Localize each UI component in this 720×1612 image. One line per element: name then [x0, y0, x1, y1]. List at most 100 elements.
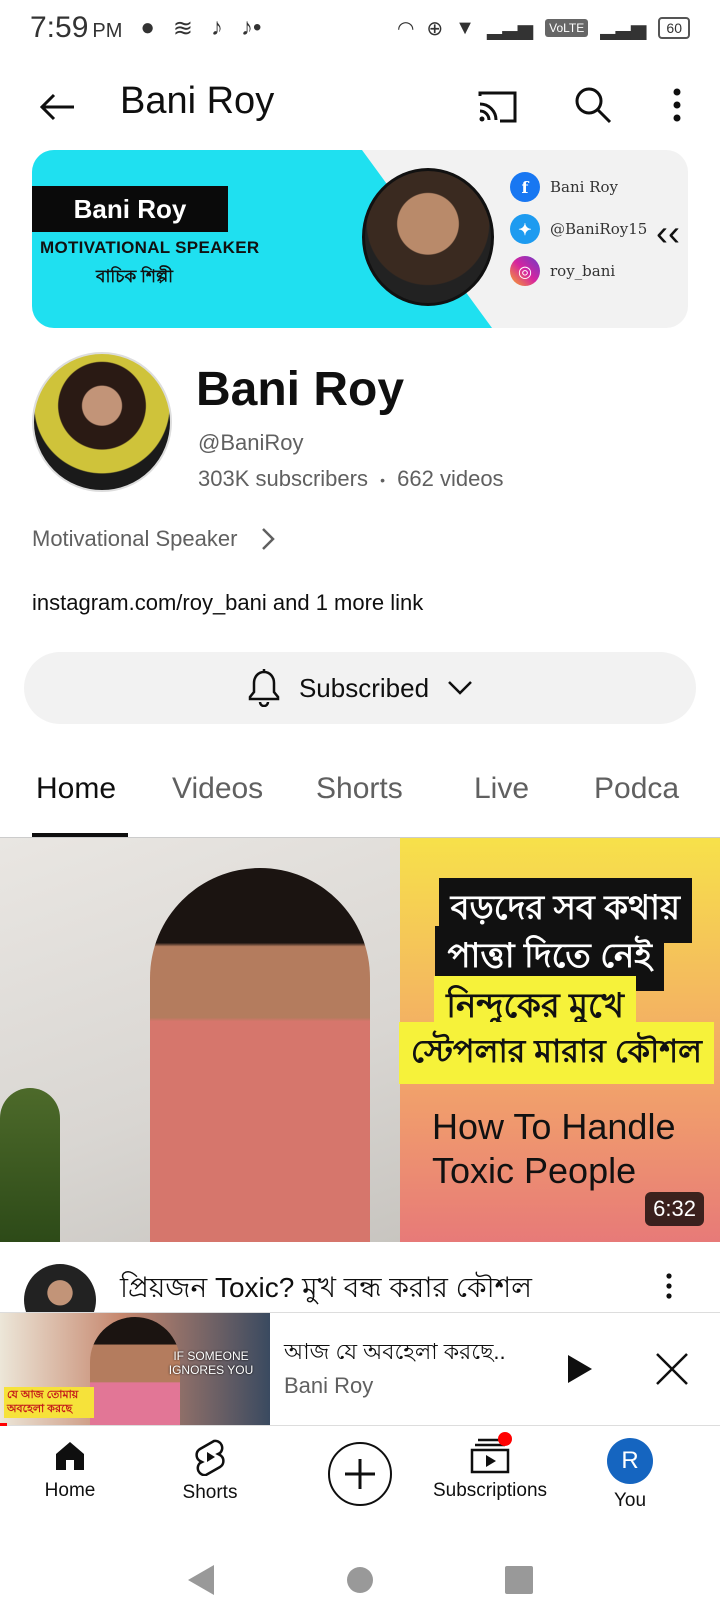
- banner-subtitle: বাচিক শিল্পী: [96, 267, 173, 286]
- chat-bubble-icon: ●: [140, 14, 155, 41]
- video-more-button[interactable]: [654, 1266, 684, 1306]
- play-icon: [568, 1355, 592, 1383]
- recents-square-icon[interactable]: [504, 1565, 534, 1595]
- banner-social-twitter: ✦ @BaniRoy15: [510, 214, 647, 244]
- shorts-icon: [195, 1439, 225, 1476]
- channel-stats: 303K subscribers • 662 videos: [198, 466, 504, 492]
- tab-live[interactable]: Live: [474, 772, 529, 806]
- create-button[interactable]: [328, 1442, 392, 1506]
- mini-player[interactable]: IF SOMEONE IGNORES YOU যে আজ তোমায় অবহে…: [0, 1312, 720, 1426]
- banner-role: MOTIVATIONAL SPEAKER: [40, 238, 260, 257]
- channel-avatar[interactable]: [32, 352, 172, 492]
- channel-banner[interactable]: Bani Roy MOTIVATIONAL SPEAKER বাচিক শিল্…: [32, 150, 688, 328]
- search-icon: [575, 87, 612, 124]
- tab-podcasts[interactable]: Podca: [594, 772, 679, 806]
- channel-handle: @BaniRoy: [198, 430, 304, 455]
- wave-icon: ≋: [172, 14, 193, 42]
- cast-icon: [478, 91, 517, 123]
- notification-dot: [498, 1432, 512, 1446]
- status-bar: 7:59 PM ● ≋ ♪ ♪• ◠ ⊕ ▼ ▂▃▅ VoLTE ▂▃▅ 60: [0, 0, 720, 56]
- back-button[interactable]: [32, 82, 82, 132]
- bell-icon: [248, 669, 280, 707]
- back-arrow-icon: [39, 93, 74, 121]
- featured-video-thumbnail[interactable]: বড়দের সব কথায় পাত্তা দিতে নেই নিন্দুকে…: [0, 838, 720, 1242]
- banner-social-instagram: ◎ roy_bani: [510, 256, 615, 286]
- channel-tabs: Home Videos Shorts Live Podca: [0, 756, 720, 838]
- notification-icons: ● ≋ ♪ ♪•: [140, 14, 261, 43]
- banner-chevron-icon: ‹‹: [656, 212, 680, 253]
- banner-social-facebook: f Bani Roy: [510, 172, 618, 202]
- chevron-right-icon: [262, 528, 276, 550]
- more-vert-icon: [666, 1273, 672, 1299]
- thumbnail-english-line: Toxic People: [432, 1150, 637, 1191]
- channel-description[interactable]: Motivational Speaker: [32, 526, 276, 552]
- subscribed-label: Subscribed: [298, 672, 430, 703]
- nav-subscriptions[interactable]: Subscriptions: [420, 1432, 560, 1502]
- more-options-button[interactable]: [652, 80, 702, 130]
- tab-shorts[interactable]: Shorts: [316, 772, 403, 806]
- nav-home-label: Home: [44, 1480, 96, 1501]
- separator-dot: •: [380, 472, 386, 489]
- data-saver-icon: ⊕: [426, 17, 444, 40]
- system-navigation-bar: [0, 1548, 720, 1612]
- channel-description-text: Motivational Speaker: [32, 526, 238, 551]
- wifi-icon: ▼: [455, 16, 475, 39]
- signal-icon: ▂▃▅: [486, 17, 534, 40]
- tab-home[interactable]: Home: [36, 772, 116, 806]
- nav-you[interactable]: R You: [560, 1438, 700, 1512]
- battery-icon: 60: [658, 17, 690, 39]
- thumbnail-english-line: How To Handle: [432, 1106, 676, 1147]
- mini-player-progress: [0, 1423, 8, 1426]
- status-time: 7:59 PM: [30, 11, 123, 44]
- video-count: 662 videos: [397, 466, 504, 491]
- cast-button[interactable]: [472, 82, 522, 132]
- video-channel-avatar[interactable]: [24, 1264, 96, 1312]
- mini-thumbnail-text: IF SOMEONE IGNORES YOU: [168, 1349, 254, 1378]
- nav-shorts[interactable]: Shorts: [140, 1438, 280, 1504]
- user-avatar: R: [607, 1438, 653, 1484]
- mini-player-title: আজ যে অবহেলা করছে..: [284, 1339, 506, 1364]
- video-title[interactable]: প্রিয়জন Toxic? মুখ বন্ধ করার কৌশল: [120, 1266, 532, 1312]
- active-tab-indicator: [32, 833, 128, 837]
- subscribed-button[interactable]: Subscribed: [24, 652, 696, 724]
- headphones-icon: ◠: [396, 17, 415, 40]
- signal-icon: ▂▃▅: [600, 17, 647, 40]
- mini-player-thumbnail[interactable]: IF SOMEONE IGNORES YOU যে আজ তোমায় অবহে…: [0, 1313, 270, 1425]
- subscriber-count: 303K subscribers: [198, 466, 368, 491]
- chevron-down-icon: [448, 681, 472, 695]
- back-triangle-icon[interactable]: [186, 1563, 216, 1597]
- page-title: Bani Roy: [120, 80, 275, 122]
- nav-subscriptions-label: Subscriptions: [432, 1480, 548, 1501]
- create-icon: [345, 1459, 375, 1489]
- thumbnail-text-line: স্টেপলার মারার কৌশল: [398, 1022, 714, 1084]
- volte-badge: VoLTE: [545, 19, 589, 37]
- system-icons: ◠ ⊕ ▼ ▂▃▅ VoLTE ▂▃▅ 60: [397, 16, 690, 41]
- video-meta-row: প্রিয়জন Toxic? মুখ বন্ধ করার কৌশল: [0, 1264, 720, 1312]
- tab-videos[interactable]: Videos: [172, 772, 263, 806]
- channel-links[interactable]: instagram.com/roy_bani and 1 more link: [32, 590, 423, 616]
- home-icon: [56, 1442, 84, 1470]
- nav-you-label: You: [613, 1490, 647, 1511]
- tiktok-icon: ♪: [211, 14, 223, 41]
- twitter-icon: ✦: [510, 214, 540, 244]
- mini-thumbnail-bn-text: যে আজ তোমায় অবহেলা করছে: [4, 1387, 94, 1418]
- banner-name: Bani Roy: [32, 186, 228, 232]
- mini-play-button[interactable]: [558, 1347, 602, 1391]
- thumbnail-person: [150, 868, 370, 1242]
- facebook-icon: f: [510, 172, 540, 202]
- nav-home[interactable]: Home: [0, 1438, 140, 1502]
- home-circle-icon[interactable]: [346, 1566, 374, 1594]
- close-icon: [656, 1353, 688, 1385]
- channel-name: Bani Roy: [196, 363, 405, 416]
- top-app-bar: Bani Roy: [0, 66, 720, 146]
- nav-shorts-label: Shorts: [182, 1482, 238, 1503]
- tiktok-icon: ♪•: [241, 14, 262, 41]
- more-vert-icon: [673, 88, 681, 122]
- mini-close-button[interactable]: [650, 1347, 694, 1391]
- banner-photo: [362, 168, 494, 306]
- search-button[interactable]: [568, 80, 618, 130]
- mini-player-channel: Bani Roy: [284, 1373, 374, 1398]
- video-duration-badge: 6:32: [645, 1192, 704, 1226]
- thumbnail-plant: [0, 1088, 60, 1242]
- instagram-icon: ◎: [510, 256, 540, 286]
